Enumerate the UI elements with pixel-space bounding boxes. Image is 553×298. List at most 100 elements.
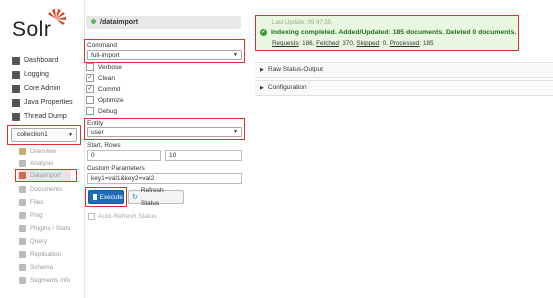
status-dot-icon <box>91 19 96 24</box>
sidebar-item-java-properties[interactable]: Java Properties <box>12 97 73 109</box>
auto-refresh-toggle[interactable]: Auto-Refresh Status <box>88 213 157 220</box>
dashboard-icon <box>12 57 20 65</box>
core-item-label: Dataimport <box>30 172 61 179</box>
sidebar-item-thread-dump[interactable]: Thread Dump <box>12 111 67 123</box>
sidebar-item-label: Thread Dump <box>24 113 67 120</box>
option-optimize[interactable]: Optimize <box>86 95 124 105</box>
rows-value: 10 <box>169 152 177 159</box>
import-status-panel: Last Update: 09:47:35 ✓ Indexing complet… <box>255 15 519 51</box>
core-item-segments-info[interactable]: Segments info <box>19 275 70 286</box>
solr-logo[interactable]: Solr <box>12 8 74 42</box>
sidebar-item-label: Logging <box>24 71 49 78</box>
checkbox-icon[interactable] <box>86 107 94 115</box>
option-verbose[interactable]: Verbose <box>86 62 122 72</box>
custom-params-value: key1=val1&key2=val2 <box>91 175 155 182</box>
files-icon <box>19 199 26 206</box>
thread-dump-icon <box>12 113 20 121</box>
option-label: Clean <box>98 74 115 82</box>
core-item-schema[interactable]: Schema <box>19 262 53 273</box>
entity-value: user <box>91 129 104 136</box>
sidebar-item-logging[interactable]: Logging <box>12 69 49 81</box>
handler-header: /dataimport <box>86 16 241 29</box>
core-item-replication[interactable]: Replication <box>19 249 61 260</box>
core-item-documents[interactable]: Documents <box>19 184 62 195</box>
logging-icon <box>12 71 20 79</box>
core-item-overview[interactable]: Overview <box>19 146 56 157</box>
entity-label: Entity <box>87 120 104 127</box>
plugins-icon <box>19 225 26 232</box>
fetched-label: Fetched <box>316 40 339 47</box>
status-message: Indexing completed. Added/Updated: 185 d… <box>271 29 517 36</box>
core-item-label: Schema <box>30 264 54 271</box>
option-debug[interactable]: Debug <box>86 106 117 116</box>
custom-params-label: Custom Parameters <box>87 165 145 172</box>
sidebar-item-label: Java Properties <box>24 99 73 106</box>
checkbox-icon[interactable] <box>86 63 94 71</box>
start-input[interactable]: 0 <box>87 150 161 161</box>
custom-params-input[interactable]: key1=val1&key2=val2 <box>87 173 242 184</box>
document-icon <box>93 194 97 200</box>
configuration-label: Configuration <box>268 84 307 91</box>
option-label: Optimize <box>98 96 124 104</box>
option-commit[interactable]: ✓ Commit <box>86 84 120 94</box>
command-select[interactable]: full-import ▼ <box>87 50 242 60</box>
collection-selected-value: collection1 <box>17 131 48 138</box>
checkbox-icon[interactable] <box>88 213 95 220</box>
core-item-label: Overview <box>30 148 57 155</box>
collection-select[interactable]: collection1 ▼ <box>11 128 77 142</box>
command-label: Command <box>87 42 117 49</box>
core-item-label: Segments info <box>30 277 71 284</box>
sidebar-item-core-admin[interactable]: Core Admin <box>12 83 61 95</box>
start-value: 0 <box>91 152 95 159</box>
query-icon <box>19 238 26 245</box>
checkbox-checked-icon[interactable]: ✓ <box>86 74 94 82</box>
requests-count: 186 <box>302 40 313 47</box>
rows-input[interactable]: 10 <box>165 150 242 161</box>
refresh-label: Refresh Status <box>140 187 164 207</box>
chevron-right-icon: ▶ <box>260 85 264 91</box>
requests-label: Requests <box>272 40 299 47</box>
sidebar-item-dashboard[interactable]: Dashboard <box>12 55 58 67</box>
java-icon <box>12 99 20 107</box>
core-item-plugins-stats[interactable]: Plugins / Stats <box>19 223 70 234</box>
raw-status-label: Raw Status-Output <box>268 66 323 73</box>
documents-icon <box>19 186 26 193</box>
core-item-label: Files <box>30 199 44 206</box>
core-item-files[interactable]: Files <box>19 197 43 208</box>
checkbox-icon[interactable] <box>86 96 94 104</box>
command-value: full-import <box>91 52 120 59</box>
option-label: Debug <box>98 107 118 115</box>
core-item-analysis[interactable]: Analysis <box>19 158 53 169</box>
core-item-dataimport[interactable]: Dataimport <box>17 170 71 181</box>
configuration-section[interactable]: ▶ Configuration <box>255 80 553 96</box>
execute-button[interactable]: Execute <box>88 190 124 204</box>
sun-logo-icon <box>48 9 66 25</box>
option-label: Commit <box>98 85 121 93</box>
checkbox-checked-icon[interactable]: ✓ <box>86 85 94 93</box>
option-clean[interactable]: ✓ Clean <box>86 73 115 83</box>
core-item-label: Analysis <box>30 160 54 167</box>
core-item-query[interactable]: Query <box>19 236 47 247</box>
sidebar-item-label: Dashboard <box>24 57 59 64</box>
refresh-icon: ↻ <box>132 193 138 201</box>
execute-label: Execute <box>99 193 124 201</box>
start-rows-label: Start, Rows <box>87 142 121 149</box>
ping-icon <box>19 212 26 219</box>
chevron-down-icon: ▼ <box>68 132 73 138</box>
core-item-ping[interactable]: Ping <box>19 210 43 221</box>
entity-select[interactable]: user ▼ <box>87 127 242 137</box>
core-item-label: Plugins / Stats <box>30 225 71 232</box>
chevron-down-icon: ▼ <box>233 129 238 135</box>
core-item-label: Query <box>30 238 48 245</box>
chevron-right-icon: ▶ <box>260 67 264 73</box>
segments-icon <box>19 277 26 284</box>
raw-status-output-section[interactable]: ▶ Raw Status-Output <box>255 62 553 78</box>
overview-icon <box>19 148 26 155</box>
success-check-icon: ✓ <box>260 29 267 36</box>
processed-label: Processed <box>389 40 420 47</box>
handler-name: /dataimport <box>100 19 139 26</box>
last-update: Last Update: 09:47:35 <box>272 20 332 26</box>
option-label: Verbose <box>98 63 122 71</box>
core-item-label: Replication <box>30 251 62 258</box>
refresh-status-button[interactable]: ↻ Refresh Status <box>128 187 184 207</box>
